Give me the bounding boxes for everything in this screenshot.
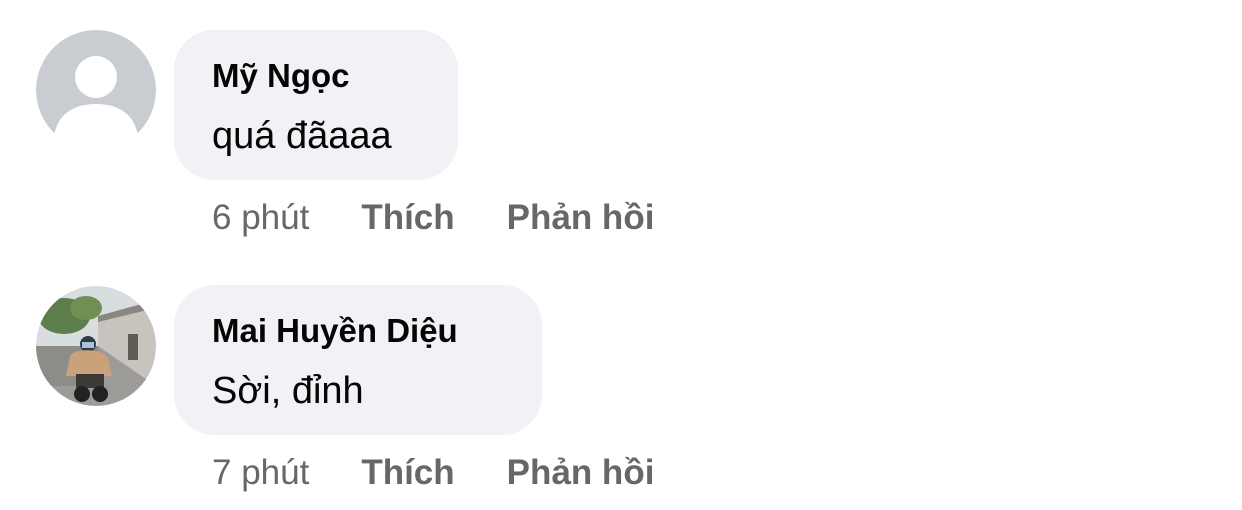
comment-text: quá đãaaa <box>212 115 392 157</box>
reply-button[interactable]: Phản hồi <box>507 453 655 493</box>
comment-timestamp[interactable]: 6 phút <box>212 198 309 238</box>
comment-text: Sời, đỉnh <box>212 370 364 412</box>
profile-photo <box>36 286 156 406</box>
avatar[interactable] <box>36 286 156 406</box>
comment-actions: 6 phút Thích Phản hồi <box>212 196 654 240</box>
comment-actions: 7 phút Thích Phản hồi <box>212 451 654 495</box>
reply-button[interactable]: Phản hồi <box>507 198 655 238</box>
comment-bubble: Mai Huyền Diệu Sời, đỉnh <box>174 285 542 435</box>
avatar[interactable] <box>36 30 156 150</box>
comment-timestamp[interactable]: 7 phút <box>212 453 309 493</box>
default-user-icon <box>36 30 156 150</box>
comment-bubble: Mỹ Ngọc quá đãaaa <box>174 30 458 180</box>
comment-author[interactable]: Mỹ Ngọc <box>212 57 350 95</box>
comment-author[interactable]: Mai Huyền Diệu <box>212 312 458 350</box>
like-button[interactable]: Thích <box>361 198 454 238</box>
like-button[interactable]: Thích <box>361 453 454 493</box>
